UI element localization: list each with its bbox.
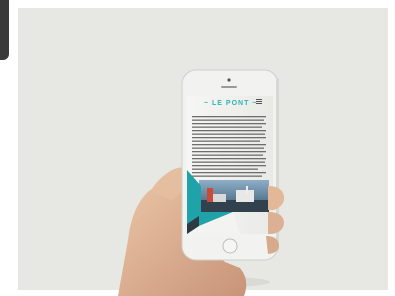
screen-heading: ~ LE PONT ~	[204, 100, 258, 107]
index-finger	[268, 186, 285, 210]
speaker-icon	[221, 86, 237, 88]
photo-scene	[118, 69, 285, 296]
home-button-icon[interactable]	[222, 238, 238, 254]
camera-icon	[227, 78, 231, 82]
middle-finger	[268, 212, 284, 234]
harbor-photo	[199, 180, 269, 212]
